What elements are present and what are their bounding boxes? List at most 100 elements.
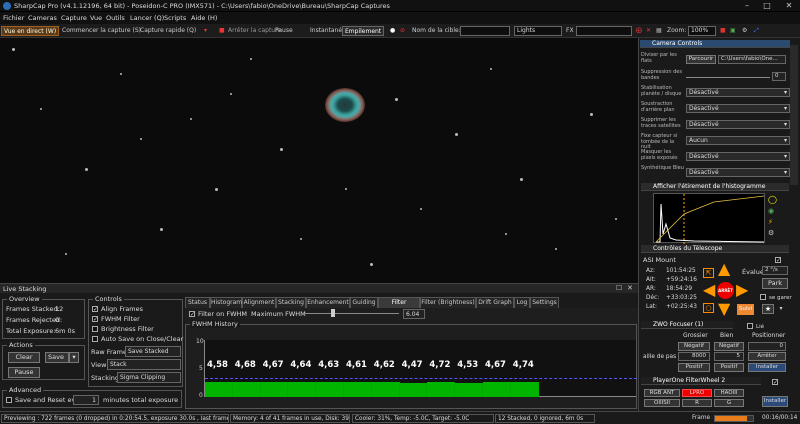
stacking-select[interactable]: Sigma Clipping (117, 372, 181, 383)
histogram-settings-icon[interactable]: ⚙ (768, 229, 774, 237)
tab-stacking[interactable]: Stacking (276, 297, 306, 308)
tab-histogram[interactable]: Histogram (210, 297, 242, 308)
browse-button[interactable]: Parcourir (686, 55, 716, 64)
mount-dropdown-icon[interactable]: ▾ (776, 304, 786, 314)
image-viewer[interactable] (0, 38, 638, 283)
tab-alignment[interactable]: Alignment (242, 297, 276, 308)
max-fwhm-input[interactable]: 6.04 (403, 309, 425, 319)
slew-north-icon[interactable]: ▲ (718, 261, 730, 277)
stop-capture-button[interactable]: Arrêter la capture (228, 26, 281, 36)
synthetic-blue-select[interactable]: Désactivé (686, 168, 790, 177)
histogram-display[interactable] (653, 193, 765, 244)
filter-haoiii[interactable]: HAOIII (714, 389, 744, 397)
filter-on-fwhm-checkbox[interactable]: ✓ Filter on FWHM (189, 310, 247, 318)
focuser-stop-button[interactable]: Arrêter (748, 352, 786, 361)
coarse-negative-button[interactable]: Négatif (678, 342, 710, 351)
tab-enhancement[interactable]: Enhancement (306, 297, 350, 308)
menu-cameras[interactable]: Cameras (28, 14, 57, 22)
menu-scripts[interactable]: Scripts (164, 14, 186, 22)
menu-aide[interactable]: Aide (H) (191, 14, 217, 22)
tab-log[interactable]: Log (514, 297, 530, 308)
banding-value[interactable]: 0 (772, 72, 786, 81)
record-icon[interactable]: ● (390, 26, 395, 36)
pause-stack-button[interactable]: Pause (8, 367, 40, 378)
fine-positive-button[interactable]: Positif (714, 363, 744, 372)
live-view-button[interactable]: Vue en direct (W) (1, 26, 60, 36)
maximize-icon[interactable]: □ (760, 1, 774, 11)
focuser-header[interactable]: ZWO Focuser (1) (641, 321, 733, 329)
cross-icon[interactable]: ✕ (646, 26, 651, 36)
tab-status[interactable]: Status (185, 297, 210, 308)
background-select[interactable]: Désactivé (686, 104, 790, 113)
coarse-positive-button[interactable]: Positif (678, 363, 710, 372)
fine-negative-button[interactable]: Négatif (714, 342, 744, 351)
banding-slider[interactable] (686, 77, 770, 78)
snapshot-button[interactable]: Instantané (310, 26, 342, 36)
settings-icon[interactable]: ⚙ (742, 26, 747, 36)
menu-outils[interactable]: Outils (106, 14, 125, 22)
slew-south-icon[interactable]: ▼ (718, 301, 730, 317)
reset-icon[interactable]: ◉ (768, 207, 774, 215)
filter-g[interactable]: G (714, 399, 744, 407)
live-stack-button[interactable]: Empilement (342, 26, 385, 36)
filter-lpro[interactable]: LPRO (682, 389, 712, 397)
fullscreen-icon[interactable]: ⤢ (754, 26, 759, 36)
brightness-filter-checkbox[interactable]: Brightness Filter (92, 325, 154, 333)
tab-filter-fwhm[interactable]: Filter (FWHM) (378, 297, 420, 316)
minimize-icon[interactable]: – (740, 1, 754, 11)
tab-drift-graph[interactable]: Drift Graph (476, 297, 514, 308)
view-select[interactable]: Stack (107, 359, 181, 370)
target-circle-icon[interactable]: ○ (703, 303, 714, 313)
stop-mount-button[interactable]: ARRÊT (717, 282, 734, 299)
menu-fichier[interactable]: Fichier (3, 14, 24, 22)
se-garer-checkbox[interactable]: se garer (760, 293, 792, 301)
filter-rgb-ant[interactable]: RGB ANT (644, 389, 680, 397)
tab-filter-brightness[interactable]: Filter (Brightness) (420, 297, 476, 308)
slew-nw-icon[interactable]: ⇱ (703, 268, 714, 278)
quick-capture-button[interactable]: Capture rapide (Q) (140, 26, 196, 36)
save-button[interactable]: Save (45, 352, 69, 363)
park-button[interactable]: Park (762, 278, 788, 289)
tab-guiding[interactable]: Guiding (350, 297, 378, 308)
menu-lancer[interactable]: Lancer (Q) (130, 14, 164, 22)
filter-install-button[interactable]: Installer (762, 396, 788, 407)
zoom-select[interactable]: 100% (688, 26, 716, 36)
color-icon[interactable]: ■ (720, 26, 726, 36)
fine-step-input[interactable]: 5 (714, 352, 744, 361)
rate-select[interactable]: 2 °/s (762, 266, 788, 275)
hot-pixels-select[interactable]: Désactivé (686, 152, 790, 161)
mount-connect-checkbox[interactable]: ✓ (775, 256, 784, 264)
clear-button[interactable]: Clear (8, 352, 40, 363)
menu-capture[interactable]: Capture (61, 14, 87, 22)
auto-save-checkbox[interactable]: Auto Save on Close/Clear (92, 335, 183, 343)
star-icon[interactable]: ★ (762, 304, 774, 314)
follow-button[interactable]: Suivi (737, 304, 754, 315)
focuser-position-input[interactable]: 0 (748, 342, 786, 351)
telescope-header[interactable]: Contrôles du Télescope (641, 245, 789, 253)
slew-east-icon[interactable]: ▶ (736, 282, 748, 298)
right-panel-scrollbar[interactable] (790, 45, 798, 185)
filter-wheel-connect-checkbox[interactable]: ✓ (772, 378, 781, 386)
sensor-fix-select[interactable]: Aucun (686, 136, 790, 145)
target-icon[interactable]: ⨁ (636, 26, 642, 36)
satellite-select[interactable]: Désactivé (686, 120, 790, 129)
filter-oiiisii[interactable]: OIIISII (644, 399, 680, 407)
lightning-icon[interactable]: ⚡ (768, 218, 773, 226)
stabilisation-select[interactable]: Désactivé (686, 88, 790, 97)
tab-settings[interactable]: Settings (530, 297, 559, 308)
panel-close-icon[interactable]: ✕ (627, 284, 633, 292)
save-dropdown-icon[interactable]: ▾ (69, 352, 79, 363)
pause-button[interactable]: Pause (275, 26, 293, 36)
target-name-input[interactable] (460, 26, 510, 36)
menu-vue[interactable]: Vue (90, 14, 102, 22)
close-icon[interactable]: ✕ (782, 1, 796, 11)
align-frames-checkbox[interactable]: ✓ Align Frames (92, 305, 143, 313)
start-capture-button[interactable]: Commencer la capture (S) (62, 26, 141, 36)
focuser-install-button[interactable]: Installer (748, 363, 786, 372)
fx-select[interactable] (576, 26, 632, 36)
filter-wheel-header[interactable]: PlayerOne FilterWheel 2 (641, 377, 761, 385)
camera-controls-header[interactable]: Camera Controls (640, 40, 790, 48)
frame-type-select[interactable]: Lights (514, 26, 562, 36)
grid-icon[interactable]: ▦ (656, 26, 662, 36)
max-fwhm-slider-track[interactable] (303, 313, 399, 314)
